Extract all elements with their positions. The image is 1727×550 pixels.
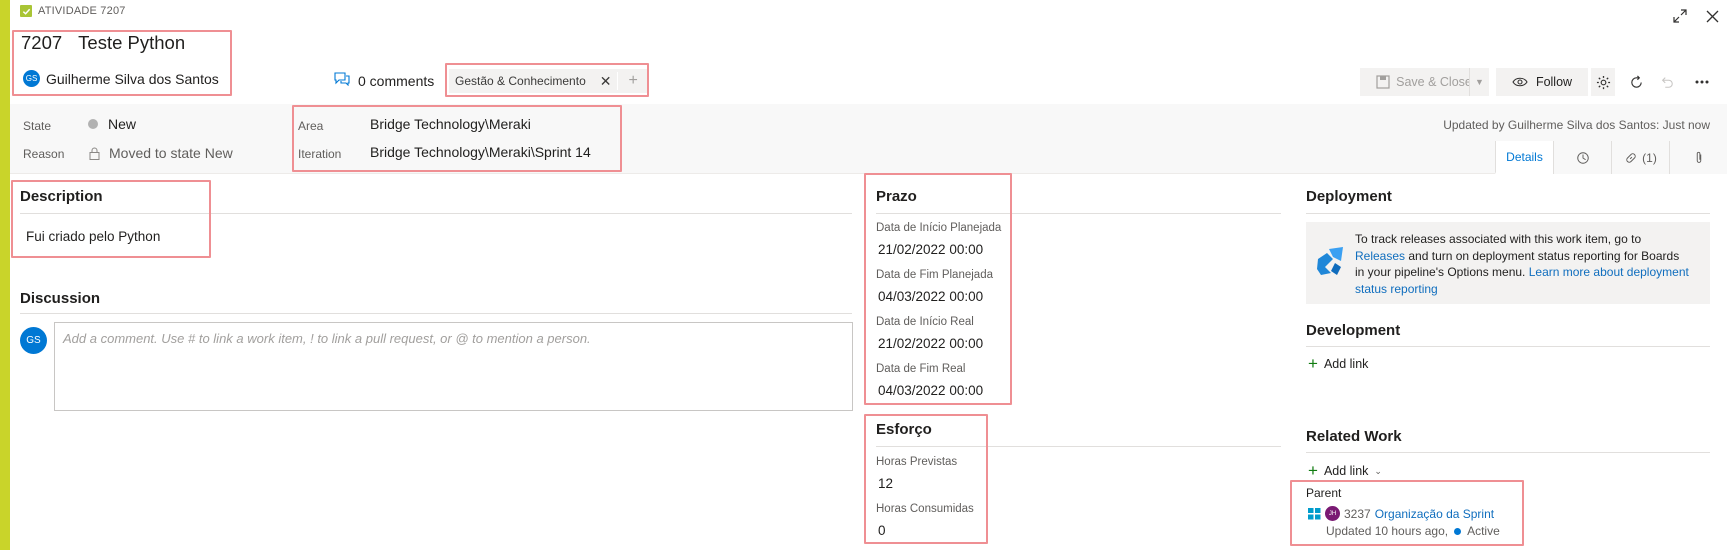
development-divider: [1306, 346, 1710, 347]
actual-start-label: Data de Início Real: [876, 316, 974, 328]
planned-start-label: Data de Início Planejada: [876, 222, 1002, 234]
follow-label: Follow: [1535, 75, 1573, 89]
esforco-divider: [876, 446, 1281, 447]
parent-id: 3237: [1344, 506, 1371, 521]
follow-button[interactable]: Follow: [1496, 68, 1588, 96]
parent-link-item[interactable]: JH 3237 Organização da Sprint: [1308, 506, 1494, 521]
actual-end-label: Data de Fim Real: [876, 363, 966, 375]
save-close-label: Save & Close: [1396, 75, 1472, 89]
settings-button[interactable]: [1591, 68, 1615, 96]
eye-icon: [1512, 77, 1528, 87]
tab-details[interactable]: Details: [1495, 141, 1553, 174]
lock-icon: [89, 147, 100, 160]
esforco-heading: Esforço: [876, 421, 932, 438]
tab-history[interactable]: [1553, 141, 1611, 174]
related-work-divider: [1306, 452, 1710, 453]
work-item-title[interactable]: 7207 Teste Python: [21, 32, 185, 54]
avatar: GS: [23, 70, 40, 87]
prazo-heading: Prazo: [876, 188, 917, 205]
prazo-divider: [876, 213, 1281, 214]
work-item-title-text[interactable]: Teste Python: [78, 32, 185, 54]
planned-hours-label: Horas Previstas: [876, 456, 958, 468]
discussion-avatar: GS: [20, 327, 47, 354]
more-actions-icon[interactable]: [1690, 70, 1714, 94]
area-value[interactable]: Bridge Technology\Meraki: [370, 116, 531, 132]
consumed-hours-value[interactable]: 0: [878, 523, 886, 538]
description-divider: [20, 213, 852, 214]
development-heading: Development: [1306, 322, 1401, 339]
consumed-hours-label: Horas Consumidas: [876, 503, 974, 515]
tab-links[interactable]: (1): [1611, 141, 1669, 174]
expand-icon[interactable]: [1668, 4, 1692, 28]
active-state-dot: [1454, 527, 1462, 535]
parent-label: Parent: [1306, 486, 1342, 500]
updated-by[interactable]: Updated by Guilherme Silva dos Santos: J…: [1443, 118, 1710, 132]
parent-updated: Updated 10 hours ago,: [1326, 524, 1449, 538]
tag-list: Gestão & Conhecimento ✕ +: [449, 69, 648, 93]
development-add-link[interactable]: + Add link: [1308, 354, 1368, 373]
discussion-divider: [20, 313, 852, 314]
chevron-down-icon: ⌄: [1374, 465, 1382, 476]
close-icon[interactable]: [1700, 4, 1724, 28]
related-add-link[interactable]: + Add link ⌄: [1308, 461, 1382, 480]
parent-status: Updated 10 hours ago, Active: [1326, 524, 1500, 538]
link-icon: [1626, 152, 1636, 163]
parent-title-link[interactable]: Organização da Sprint: [1375, 507, 1494, 521]
gear-icon: [1596, 75, 1610, 89]
plus-icon: +: [1308, 461, 1318, 480]
reason-label: Reason: [23, 147, 65, 161]
comments-link[interactable]: 0 comments: [334, 72, 434, 89]
save-options-dropdown[interactable]: ▼: [1469, 68, 1489, 96]
assigned-to[interactable]: GS Guilherme Silva dos Santos: [23, 70, 219, 87]
work-item-header-fields: [10, 104, 1727, 174]
history-icon: [1576, 151, 1589, 164]
iteration-label: Iteration: [298, 147, 342, 161]
work-item-type-color-bar: [0, 0, 10, 550]
assigned-to-name[interactable]: Guilherme Silva dos Santos: [46, 71, 219, 87]
tab-attachments[interactable]: [1669, 141, 1727, 174]
related-work-heading: Related Work: [1306, 428, 1402, 445]
pipelines-icon: [1315, 245, 1345, 280]
task-check-icon: [20, 5, 32, 17]
attachment-icon: [1696, 151, 1701, 163]
area-label: Area: [298, 119, 324, 133]
undo-icon[interactable]: [1655, 70, 1679, 94]
user-story-icon: [1308, 507, 1321, 519]
planned-start-value[interactable]: 21/02/2022 00:00: [878, 242, 983, 257]
deployment-heading: Deployment: [1306, 188, 1392, 205]
comment-icon: [334, 72, 350, 89]
parent-state: Active: [1467, 524, 1500, 538]
work-item-tabs: Details (1): [1495, 141, 1727, 174]
save-icon: [1376, 75, 1390, 89]
tag-label: Gestão & Conhecimento: [455, 74, 586, 88]
state-value: New: [108, 116, 137, 132]
actual-end-value[interactable]: 04/03/2022 00:00: [878, 383, 983, 398]
remove-tag-icon[interactable]: ✕: [594, 73, 618, 90]
planned-hours-value[interactable]: 12: [878, 476, 893, 491]
deployment-divider: [1306, 213, 1710, 214]
state-label: State: [23, 119, 52, 133]
planned-end-label: Data de Fim Planejada: [876, 269, 993, 281]
iteration-value[interactable]: Bridge Technology\Meraki\Sprint 14: [370, 144, 591, 160]
state-field[interactable]: New: [88, 116, 136, 132]
plus-icon: +: [1308, 354, 1318, 373]
actual-start-value[interactable]: 21/02/2022 00:00: [878, 336, 983, 351]
add-tag-icon[interactable]: +: [617, 72, 647, 90]
refresh-icon[interactable]: [1624, 70, 1648, 94]
reason-value: Moved to state New: [109, 145, 233, 161]
work-item-id: 7207: [21, 32, 63, 53]
description-text[interactable]: Fui criado pelo Python: [26, 229, 160, 244]
work-item-type: ATIVIDADE 7207: [20, 5, 126, 17]
parent-avatar: JH: [1325, 506, 1340, 521]
work-item-type-label: ATIVIDADE 7207: [38, 5, 126, 17]
state-indicator: [88, 119, 98, 129]
discussion-heading: Discussion: [20, 290, 101, 307]
planned-end-value[interactable]: 04/03/2022 00:00: [878, 289, 983, 304]
description-heading: Description: [20, 188, 103, 205]
comments-count: 0 comments: [358, 72, 435, 89]
releases-link[interactable]: Releases: [1355, 249, 1405, 263]
deployment-info-text: To track releases associated with this w…: [1355, 232, 1689, 296]
comment-placeholder: Add a comment. Use # to link a work item…: [63, 331, 591, 346]
reason-field: Moved to state New: [89, 145, 233, 161]
